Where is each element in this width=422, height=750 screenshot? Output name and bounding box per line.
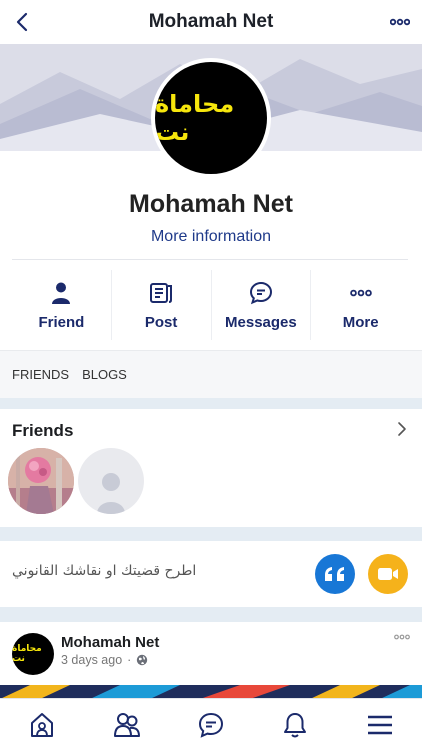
friends-icon	[113, 712, 140, 737]
bottom-navigation	[0, 698, 422, 750]
menu-icon	[367, 715, 392, 734]
friends-section: Friends	[0, 409, 422, 527]
quote-button[interactable]	[315, 554, 355, 594]
chat-bubble-icon	[248, 280, 274, 306]
separator-dot: ·	[127, 653, 132, 667]
post-time: 3 days ago	[61, 653, 123, 667]
video-camera-icon	[378, 568, 398, 580]
post-card: محاماة نت Mohamah Net 3 days ago ·	[0, 622, 422, 698]
post-composer[interactable]: اطرح قضيتك او نقاشك القانوني	[0, 541, 422, 607]
home-icon	[31, 712, 54, 737]
globe-icon	[137, 654, 148, 666]
chevron-right-icon[interactable]	[394, 421, 410, 437]
more-label: More	[342, 313, 379, 331]
more-button[interactable]: More	[311, 270, 410, 340]
composer-placeholder[interactable]: اطرح قضيتك او نقاشك القانوني	[12, 563, 196, 579]
post-label: Post	[144, 313, 178, 331]
video-button[interactable]	[368, 554, 408, 594]
more-dots-icon	[348, 280, 374, 306]
messages-button[interactable]: Messages	[212, 270, 312, 340]
more-information-link[interactable]: More information	[0, 228, 422, 246]
messages-label: Messages	[225, 313, 297, 331]
nav-menu[interactable]	[338, 699, 422, 750]
post-author-name[interactable]: Mohamah Net	[61, 634, 159, 651]
nav-messages[interactable]	[169, 699, 253, 750]
nav-friends[interactable]	[84, 699, 168, 750]
section-gap	[0, 527, 422, 541]
post-image[interactable]	[0, 685, 422, 698]
tab-blogs[interactable]: BLOGS	[82, 367, 127, 382]
friend-button[interactable]: Friend	[12, 270, 112, 340]
messages-icon	[199, 712, 224, 738]
tab-friends[interactable]: FRIENDS	[12, 367, 69, 382]
section-gap	[0, 607, 422, 622]
friends-title: Friends	[12, 421, 74, 440]
post-author-avatar[interactable]: محاماة نت	[12, 633, 54, 675]
profile-actions: Friend Post Messages More	[12, 270, 410, 340]
post-avatar-logo-text: محاماة نت	[12, 644, 42, 664]
back-button[interactable]	[8, 8, 36, 36]
profile-name: Mohamah Net	[129, 190, 293, 218]
more-dots-icon[interactable]	[394, 632, 410, 642]
post-meta: 3 days ago ·	[61, 653, 148, 667]
more-options-button[interactable]	[388, 10, 412, 34]
friend-avatar-placeholder[interactable]	[78, 448, 144, 514]
top-bar: Mohamah Net	[0, 0, 422, 44]
avatar-logo-text: محاماة نت	[155, 90, 235, 146]
quote-icon	[325, 567, 344, 581]
post-button[interactable]: Post	[112, 270, 212, 340]
friend-avatar[interactable]	[8, 448, 74, 514]
nav-home[interactable]	[0, 699, 84, 750]
more-dots-icon	[390, 18, 410, 26]
profile-tabs: FRIENDS BLOGS	[0, 350, 422, 398]
nav-notifications[interactable]	[253, 699, 337, 750]
default-user-icon	[97, 473, 125, 514]
divider	[12, 259, 408, 260]
page-title: Mohamah Net	[148, 11, 274, 32]
post-icon	[148, 280, 174, 306]
person-icon	[48, 280, 74, 306]
friend-label: Friend	[38, 313, 85, 331]
notifications-icon	[284, 712, 307, 737]
chevron-left-icon	[16, 12, 28, 32]
section-gap	[0, 398, 422, 409]
profile-avatar[interactable]: محاماة نت	[151, 58, 271, 178]
